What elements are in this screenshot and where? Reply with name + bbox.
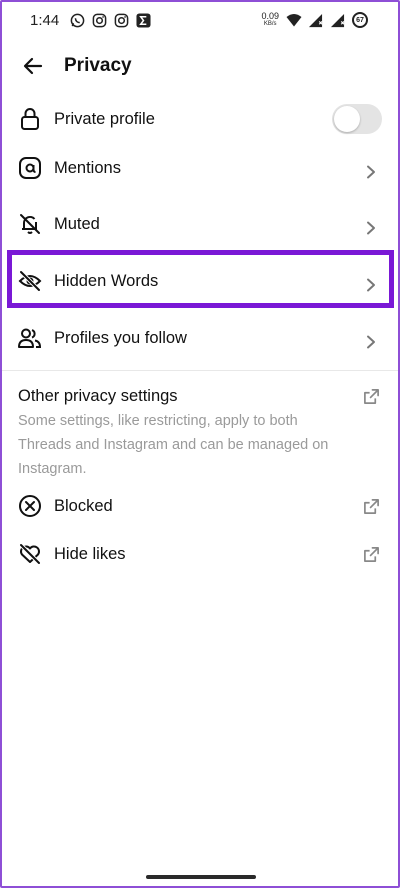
signal-icon — [330, 13, 345, 28]
battery-icon: 67 — [352, 12, 368, 28]
profiles-you-follow-label: Profiles you follow — [54, 328, 187, 347]
external-link-icon[interactable] — [362, 387, 380, 405]
wifi-icon — [286, 13, 302, 28]
muted-row[interactable]: Muted — [2, 199, 398, 249]
muted-label: Muted — [54, 214, 100, 233]
hide-likes-label: Hide likes — [54, 544, 126, 563]
bell-off-icon — [17, 211, 43, 237]
blocked-circle-icon — [17, 493, 43, 519]
chevron-right-icon — [364, 165, 378, 179]
header: Privacy — [2, 46, 398, 86]
private-profile-row[interactable]: Private profile — [2, 94, 398, 144]
status-bar: 1:44 0.09 KB/s 67 — [2, 2, 398, 38]
instagram-icon — [114, 13, 129, 28]
phone-frame: 1:44 0.09 KB/s 67 Privacy Private profil… — [0, 0, 400, 888]
chevron-right-icon — [364, 278, 378, 292]
instagram-icon — [92, 13, 107, 28]
network-speed: 0.09 KB/s — [261, 12, 279, 28]
private-profile-label: Private profile — [54, 109, 155, 128]
private-profile-toggle[interactable] — [332, 104, 382, 134]
mentions-label: Mentions — [54, 158, 121, 177]
blocked-row[interactable]: Blocked — [2, 481, 398, 531]
chevron-right-icon — [364, 335, 378, 349]
section-divider — [2, 370, 398, 371]
profiles-you-follow-row[interactable]: Profiles you follow — [2, 313, 398, 363]
network-speed-unit: KB/s — [263, 21, 277, 27]
other-privacy-settings-title[interactable]: Other privacy settings — [18, 387, 178, 406]
external-link-icon — [362, 545, 380, 563]
sigma-app-icon — [136, 12, 151, 28]
status-right: 0.09 KB/s 67 — [261, 12, 368, 28]
back-arrow-icon — [23, 57, 43, 75]
people-icon — [17, 325, 43, 351]
external-link-icon — [362, 497, 380, 515]
status-left: 1:44 — [30, 12, 151, 29]
home-indicator[interactable] — [146, 875, 256, 879]
toggle-knob — [334, 106, 360, 132]
lock-icon — [17, 106, 43, 132]
status-time: 1:44 — [30, 11, 60, 29]
hide-likes-row[interactable]: Hide likes — [2, 529, 398, 579]
at-sign-icon — [17, 155, 43, 181]
chevron-right-icon — [364, 221, 378, 235]
mentions-row[interactable]: Mentions — [2, 143, 398, 193]
back-button[interactable] — [19, 52, 47, 80]
eye-off-icon — [17, 268, 43, 294]
signal-icon — [308, 13, 323, 28]
heart-off-icon — [17, 541, 43, 567]
whatsapp-icon — [70, 13, 85, 28]
other-privacy-settings-description: Some settings, like restricting, apply t… — [18, 413, 329, 477]
page-title: Privacy — [64, 55, 132, 76]
hidden-words-label: Hidden Words — [54, 271, 159, 290]
blocked-label: Blocked — [54, 496, 113, 515]
hidden-words-row[interactable]: Hidden Words — [2, 256, 398, 306]
